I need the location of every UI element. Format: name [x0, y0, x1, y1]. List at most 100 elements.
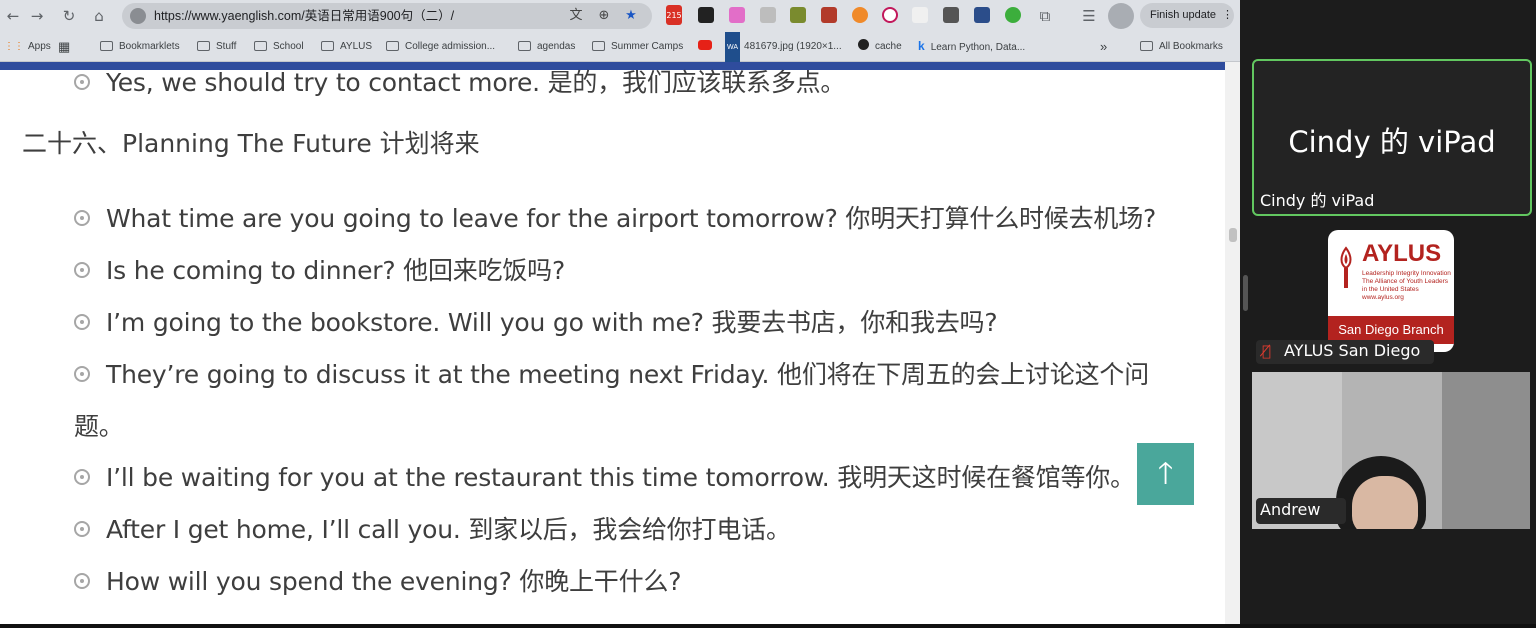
bookmark-item[interactable]: agendas [518, 32, 575, 61]
participant-name-label: Cindy 的 viPad [1260, 191, 1375, 210]
gmail-extension-icon[interactable]: 215 [666, 5, 682, 25]
address-bar[interactable]: https://www.yaenglish.com/英语日常用语900句（二）/… [122, 3, 652, 29]
back-icon[interactable]: ← [2, 5, 24, 27]
participant-display-name: Cindy 的 viPad [1288, 125, 1496, 159]
participant-video-face [1352, 476, 1418, 529]
list-item-text: Is he coming to dinner? 他回来吃饭吗? [106, 256, 566, 285]
extension-icon-10[interactable] [943, 7, 959, 23]
bullet-icon [74, 74, 90, 90]
bookmark-item[interactable]: ▦ [58, 32, 70, 61]
extension-icon-5[interactable] [790, 7, 806, 23]
site-info-icon[interactable] [130, 8, 146, 24]
list-item: How will you spend the evening? 你晚上干什么? [74, 566, 681, 598]
section-heading: 二十六、Planning The Future 计划将来 [22, 129, 480, 158]
bookmark-item[interactable]: k Learn Python, Data... [918, 32, 1025, 61]
tab-groups-icon: ▦ [58, 39, 71, 54]
list-item-text: Yes, we should try to contact more. 是的，我… [106, 68, 846, 97]
bottom-edge [0, 624, 1536, 628]
translate-icon[interactable]: 文 [568, 8, 584, 24]
participant-name-label: Andrew [1260, 500, 1321, 519]
bookmark-item[interactable]: Bookmarklets [100, 32, 180, 61]
list-item: Yes, we should try to contact more. 是的，我… [74, 67, 845, 99]
bullet-icon [74, 210, 90, 226]
bookmark-item[interactable]: » [1100, 32, 1107, 61]
bookmark-label: Stuff [216, 41, 237, 52]
reading-list-icon[interactable]: ☰ [1078, 5, 1100, 27]
profile-avatar[interactable] [1108, 3, 1134, 29]
url-text[interactable]: https://www.yaenglish.com/英语日常用语900句（二）/ [154, 3, 454, 29]
apps-grid-icon: ⋮⋮ [4, 41, 24, 52]
bookmark-item[interactable] [698, 32, 712, 61]
bookmark-item[interactable]: WA 481679.jpg (1920×1... [725, 32, 842, 63]
bookmark-label: Summer Camps [611, 41, 684, 52]
bookmark-label: cache [875, 41, 902, 52]
home-icon[interactable]: ⌂ [88, 5, 110, 27]
bookmark-item[interactable]: Stuff [197, 32, 236, 61]
folder-icon [100, 41, 113, 51]
extension-icon-2[interactable] [698, 7, 714, 23]
participant-name-badge: Andrew [1256, 498, 1346, 524]
list-item-text: They’re going to discuss it at the meeti… [106, 360, 1150, 389]
extensions-puzzle-icon[interactable]: ⧉ [1034, 5, 1056, 27]
resize-handle[interactable] [1243, 275, 1248, 311]
list-item-text: After I get home, I’ll call you. 到家以后，我会… [106, 515, 791, 544]
bookmark-item[interactable]: cache [858, 32, 902, 61]
participant-name-badge: 🎙̸ AYLUS San Diego [1256, 340, 1434, 364]
list-item: What time are you going to leave for the… [74, 203, 1156, 235]
browser-window: ← → ↻ ⌂ https://www.yaenglish.com/英语日常用语… [0, 0, 1240, 628]
list-item-text: What time are you going to leave for the… [106, 204, 1157, 233]
participant-tile-aylus[interactable]: AYLUS Leadership Integrity Innovation Th… [1252, 222, 1530, 367]
bookmark-label: Bookmarklets [119, 41, 180, 52]
bookmark-star-icon[interactable]: ★ [623, 8, 639, 24]
folder-icon [1140, 41, 1153, 51]
panel-divider[interactable] [1240, 0, 1252, 628]
participant-tile-cindy[interactable]: Cindy 的 viPad Cindy 的 viPad [1252, 59, 1532, 216]
extension-icon-4[interactable] [760, 7, 776, 23]
page-scrollbar[interactable] [1225, 62, 1240, 628]
extension-icon-12[interactable] [1005, 7, 1021, 23]
list-item: I’ll be waiting for you at the restauran… [74, 462, 1135, 494]
folder-icon [518, 41, 531, 51]
extension-icon-6[interactable] [821, 7, 837, 23]
reload-icon[interactable]: ↻ [58, 5, 80, 27]
bookmark-item[interactable]: College admission... [386, 32, 495, 61]
github-icon [858, 39, 869, 50]
youtube-icon [698, 40, 712, 50]
bookmark-label: College admission... [405, 41, 496, 52]
zoom-icon[interactable]: ⊕ [596, 8, 612, 24]
list-item-text: I’ll be waiting for you at the restauran… [106, 463, 1135, 492]
scrollbar-thumb[interactable] [1229, 228, 1237, 242]
muted-mic-icon: 🎙̸ [1262, 342, 1272, 360]
extension-icon-3[interactable] [729, 7, 745, 23]
bullet-icon [74, 469, 90, 485]
list-item-continuation: 题。 [74, 412, 124, 441]
bookmark-item[interactable]: School [254, 32, 304, 61]
list-item: After I get home, I’ll call you. 到家以后，我会… [74, 514, 791, 546]
aylus-tagline: Leadership Integrity Innovation The Alli… [1362, 270, 1451, 301]
aylus-logo: AYLUS Leadership Integrity Innovation Th… [1328, 230, 1454, 352]
arrow-up-icon: 🡑 [1157, 456, 1174, 491]
folder-icon [197, 41, 210, 51]
back-to-top-button[interactable]: 🡑 [1137, 443, 1194, 505]
bookmark-label: agendas [537, 41, 576, 52]
extension-badge: 215 [666, 11, 682, 20]
extension-icon-11[interactable] [974, 7, 990, 23]
bookmark-item[interactable]: ⋮⋮ Apps [4, 32, 51, 61]
bookmark-label: School [273, 41, 304, 52]
bookmark-label: AYLUS [340, 41, 373, 52]
extension-icon-8[interactable] [882, 7, 898, 23]
participant-tile-andrew[interactable]: Andrew [1252, 372, 1530, 529]
bullet-icon [74, 366, 90, 382]
bookmark-item[interactable]: Summer Camps [592, 32, 683, 61]
folder-icon [321, 41, 334, 51]
bookmark-label: 481679.jpg (1920×1... [744, 41, 842, 52]
finish-update-button[interactable]: Finish update ⋮ [1140, 3, 1234, 28]
folder-icon [386, 41, 399, 51]
extension-icon-7[interactable] [852, 7, 868, 23]
list-item: I’m going to the bookstore. Will you go … [74, 307, 998, 339]
forward-icon[interactable]: → [26, 5, 48, 27]
bookmark-item[interactable]: All Bookmarks [1140, 32, 1223, 61]
bookmark-item[interactable]: AYLUS [321, 32, 372, 61]
extension-icon-9[interactable] [912, 7, 928, 23]
bookmark-label: Learn Python, Data... [930, 42, 1026, 53]
